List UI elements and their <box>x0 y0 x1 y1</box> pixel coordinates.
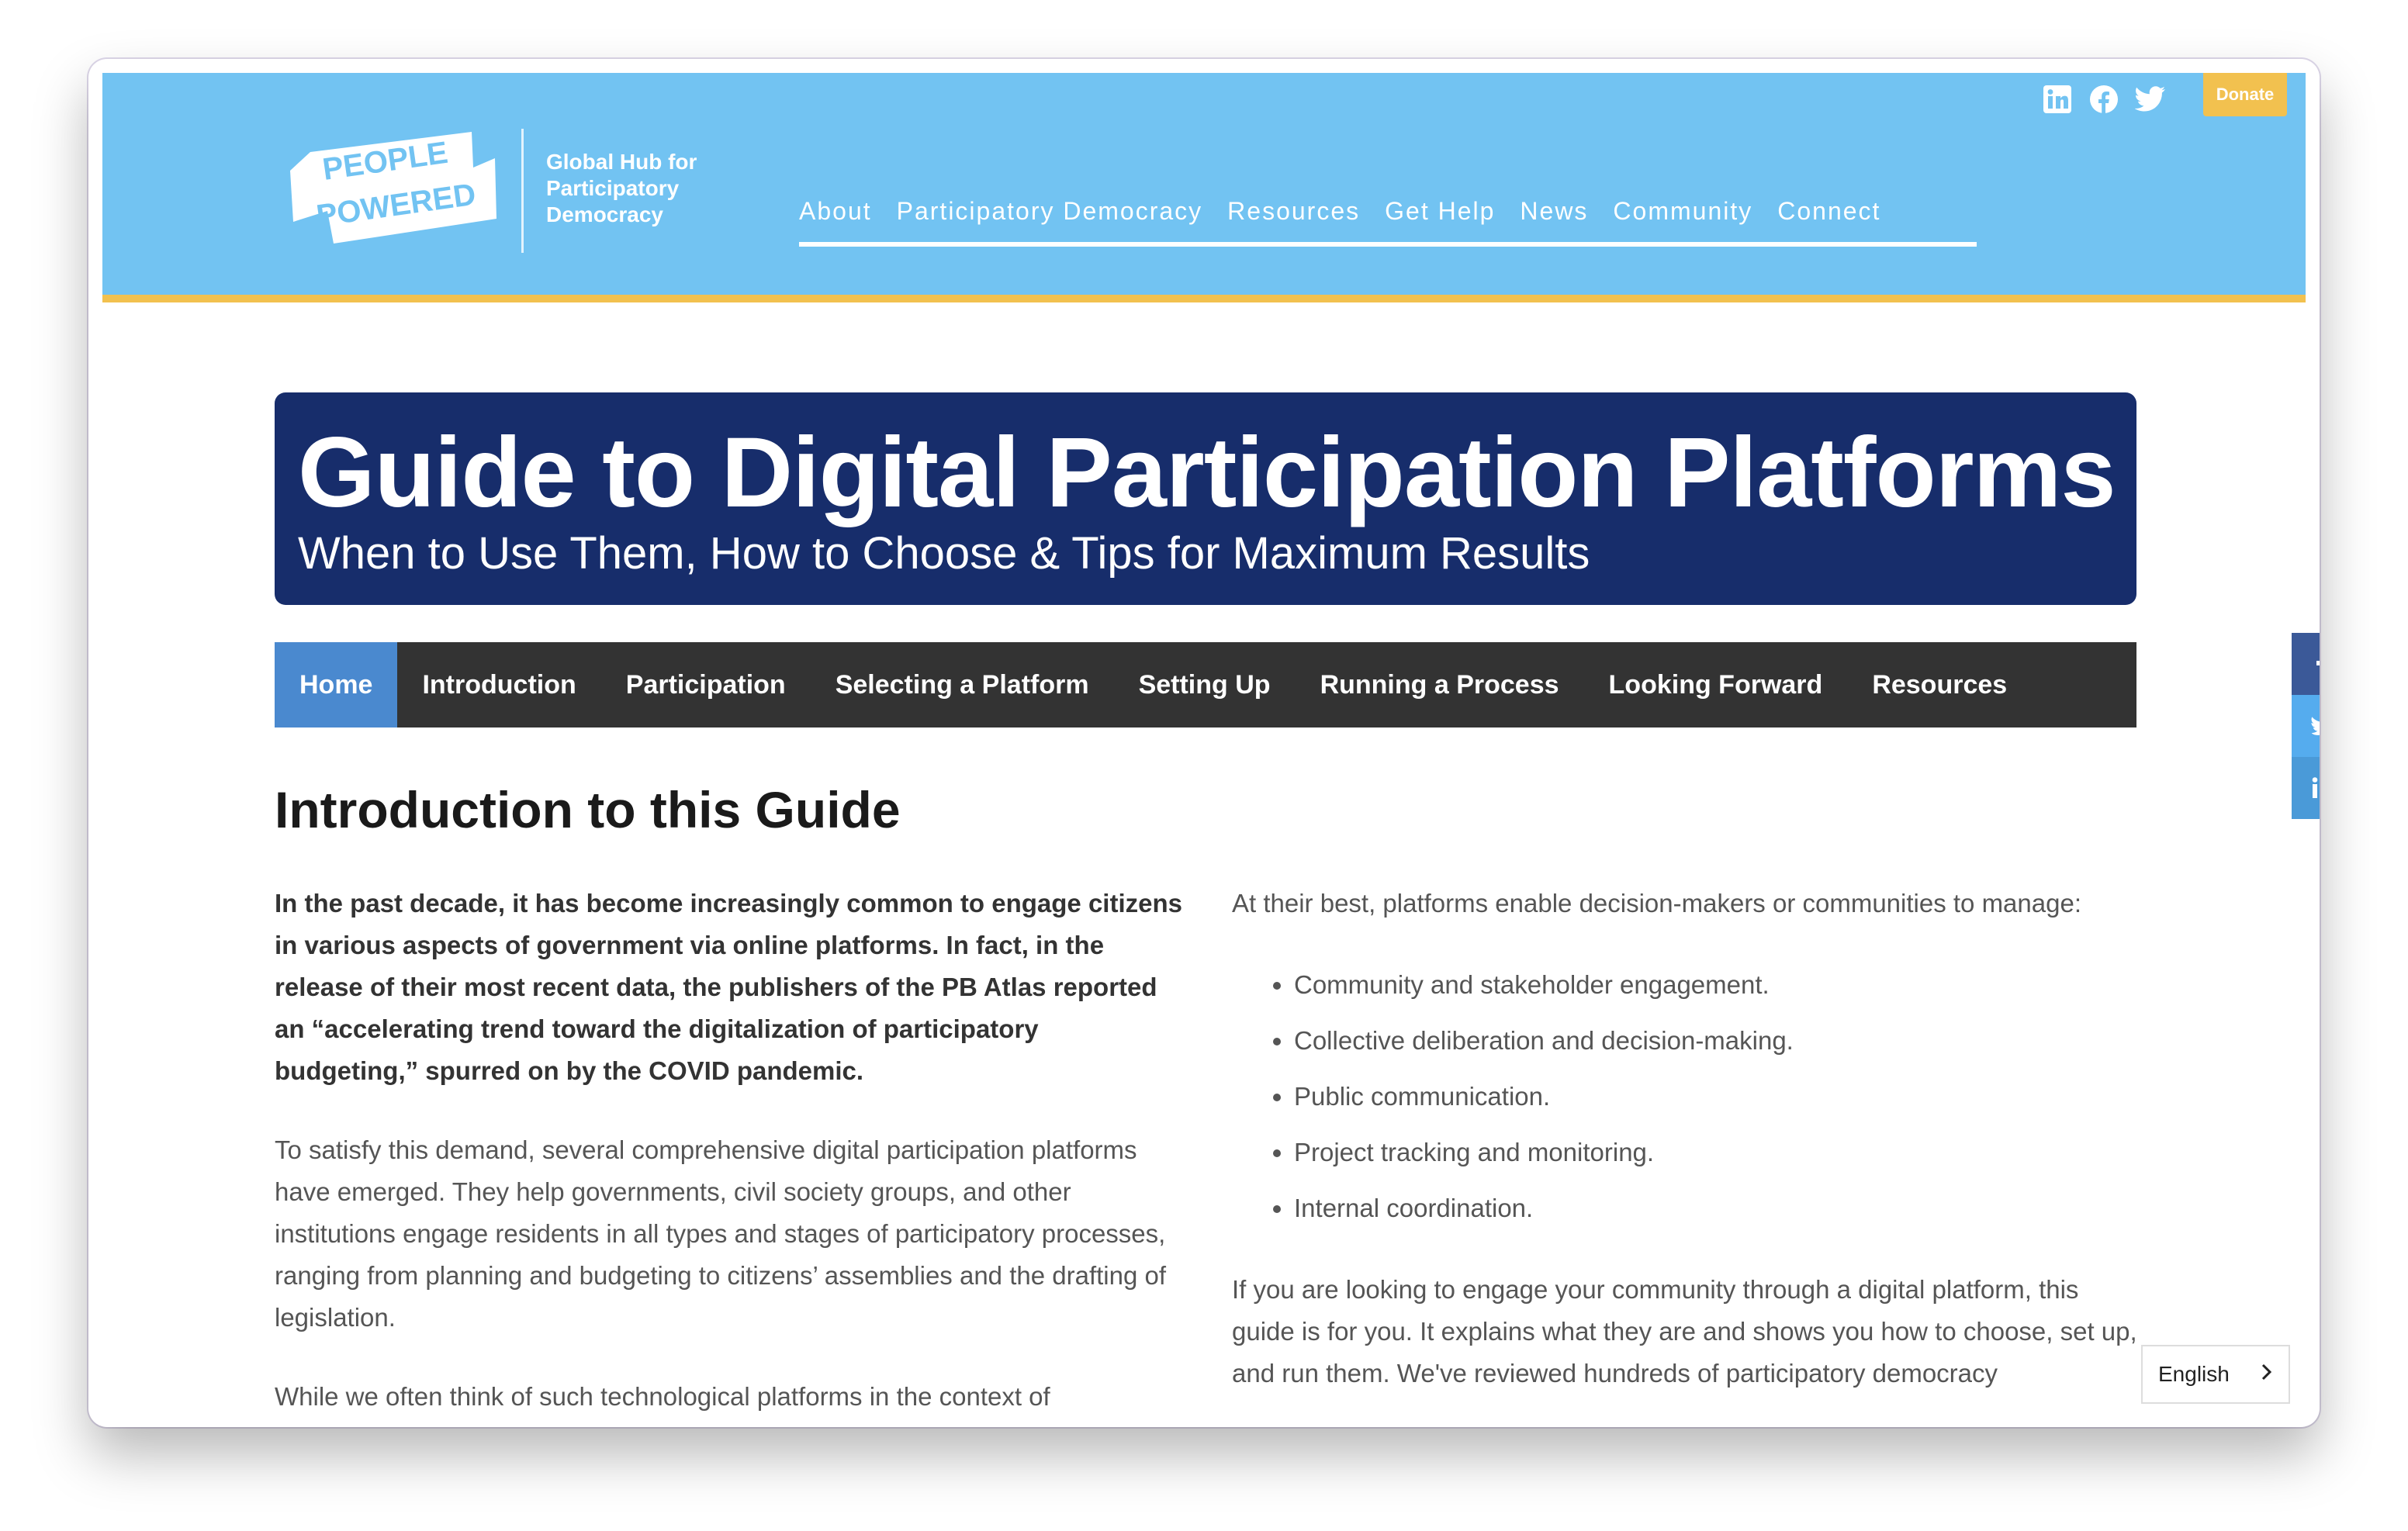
body-paragraph: While we often think of such technologic… <box>275 1382 1050 1411</box>
nav-item-resources[interactable]: Resources <box>1227 197 1360 226</box>
guide-nav: Home Introduction Participation Selectin… <box>275 642 2136 727</box>
nav-item-connect[interactable]: Connect <box>1777 197 1880 226</box>
language-label: English <box>2158 1362 2230 1386</box>
guide-banner: Guide to Digital Participation Platforms… <box>275 392 2136 605</box>
site-header: PEOPLE POWERED Global Hub for Participat… <box>102 73 2306 295</box>
nav-underline <box>799 242 1977 247</box>
list-item: Internal coordination. <box>1294 1180 2144 1236</box>
capabilities-list: Community and stakeholder engagement. Co… <box>1232 957 2144 1236</box>
list-item: Public communication. <box>1294 1069 2144 1125</box>
guide-tab-introduction[interactable]: Introduction <box>397 642 600 727</box>
facebook-icon[interactable] <box>2088 84 2119 115</box>
donate-button[interactable]: Donate <box>2203 73 2287 116</box>
section-heading: Introduction to this Guide <box>275 781 901 838</box>
nav-item-community[interactable]: Community <box>1613 197 1752 226</box>
guide-tab-selecting-a-platform[interactable]: Selecting a Platform <box>811 642 1114 727</box>
logo-tagline: Global Hub for Participatory Democracy <box>546 149 748 228</box>
linkedin-icon[interactable] <box>2042 84 2073 115</box>
browser-window: PEOPLE POWERED Global Hub for Participat… <box>88 59 2320 1427</box>
header-accent-stripe <box>102 295 2306 302</box>
share-facebook-icon[interactable] <box>2292 633 2320 695</box>
guide-tab-running-a-process[interactable]: Running a Process <box>1296 642 1584 727</box>
content-column-right: At their best, platforms enable decision… <box>1232 883 2144 1394</box>
guide-tab-looking-forward[interactable]: Looking Forward <box>1584 642 1848 727</box>
nav-item-participatory-democracy[interactable]: Participatory Democracy <box>897 197 1203 226</box>
tagline-line: Global Hub for <box>546 150 697 174</box>
nav-item-about[interactable]: About <box>799 197 872 226</box>
body-paragraph: To satisfy this demand, several comprehe… <box>275 1135 1167 1332</box>
twitter-icon[interactable] <box>2135 84 2166 115</box>
people-powered-logo: PEOPLE POWERED <box>290 132 496 244</box>
list-item: Community and stakeholder engagement. <box>1294 957 2144 1013</box>
chevron-right-icon <box>2261 1362 2273 1387</box>
tagline-line: Democracy <box>546 202 663 226</box>
guide-tab-participation[interactable]: Participation <box>601 642 811 727</box>
logo-divider <box>521 129 524 253</box>
guide-tab-setting-up[interactable]: Setting Up <box>1114 642 1296 727</box>
nav-item-get-help[interactable]: Get Help <box>1385 197 1495 226</box>
guide-tab-resources[interactable]: Resources <box>1847 642 2032 727</box>
share-twitter-icon[interactable] <box>2292 695 2320 757</box>
floating-share-rail <box>2292 633 2320 819</box>
list-item: Collective deliberation and decision-mak… <box>1294 1013 2144 1069</box>
language-selector[interactable]: English <box>2141 1345 2290 1404</box>
body-paragraph: If you are looking to engage your commun… <box>1232 1275 2137 1388</box>
body-paragraph: At their best, platforms enable decision… <box>1232 889 2081 918</box>
page-viewport: PEOPLE POWERED Global Hub for Participat… <box>102 73 2306 1413</box>
main-nav: About Participatory Democracy Resources … <box>799 197 1880 226</box>
lead-paragraph: In the past decade, it has become increa… <box>275 889 1182 1085</box>
page-subtitle: When to Use Them, How to Choose & Tips f… <box>298 528 1590 579</box>
share-linkedin-icon[interactable] <box>2292 757 2320 819</box>
list-item: Project tracking and monitoring. <box>1294 1125 2144 1180</box>
page-title: Guide to Digital Participation Platforms <box>298 417 2116 528</box>
nav-item-news[interactable]: News <box>1520 197 1588 226</box>
tagline-line: Participatory <box>546 176 680 200</box>
content-column-left: In the past decade, it has become increa… <box>275 883 1187 1413</box>
header-social-links <box>2042 84 2166 115</box>
guide-tab-home[interactable]: Home <box>275 642 398 727</box>
